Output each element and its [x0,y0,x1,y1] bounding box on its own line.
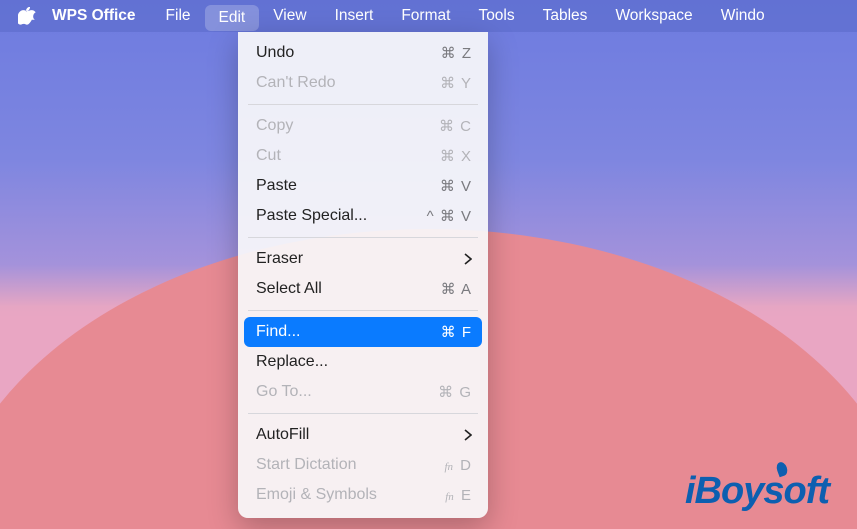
menu-item-shortcut: ⌘ A [441,280,472,298]
menu-item-shortcut: ⌘ X [440,147,472,165]
menu-item-label: Paste [256,177,440,195]
menu-item-label: Copy [256,117,439,135]
menu-item-label: Replace... [256,353,472,371]
menu-item-shortcut: ⌘ C [439,117,472,135]
menu-item-label: Select All [256,280,441,298]
menubar: WPS Office File Edit View Insert Format … [0,0,857,32]
menu-item-eraser[interactable]: Eraser [238,244,488,274]
menu-item-shortcut: fn E [445,487,472,504]
menubar-item-view[interactable]: View [259,0,320,32]
menubar-item-workspace[interactable]: Workspace [601,0,706,32]
menu-item-shortcut: ^ ⌘ V [427,207,472,225]
edit-menu-dropdown: Undo⌘ ZCan't Redo⌘ YCopy⌘ CCut⌘ XPaste⌘ … [238,32,488,518]
watermark-logo: iBoysoft [685,470,829,513]
watermark-text: iBoysoft [685,470,829,512]
menu-separator [248,237,478,238]
menu-item-replace[interactable]: Replace... [238,347,488,377]
menu-item-paste-special[interactable]: Paste Special...^ ⌘ V [238,201,488,231]
menu-item-shortcut: ⌘ V [440,177,472,195]
menu-item-label: Find... [256,323,441,341]
menu-item-undo[interactable]: Undo⌘ Z [238,38,488,68]
menu-item-label: Undo [256,44,441,62]
menu-item-copy: Copy⌘ C [238,111,488,141]
menubar-item-file[interactable]: File [152,0,205,32]
apple-menu-icon[interactable] [18,7,36,25]
menu-item-can-t-redo: Can't Redo⌘ Y [238,68,488,98]
menu-separator [248,310,478,311]
menu-separator [248,413,478,414]
menu-item-shortcut: ⌘ Z [441,44,472,62]
menu-item-label: Can't Redo [256,74,440,92]
menu-item-label: Go To... [256,383,438,401]
menu-item-start-dictation: Start Dictationfn D [238,450,488,480]
menu-item-shortcut: ⌘ Y [440,74,472,92]
menu-item-label: Paste Special... [256,207,427,225]
menu-item-cut: Cut⌘ X [238,141,488,171]
menu-item-label: Start Dictation [256,456,444,474]
menu-item-emoji-symbols: Emoji & Symbolsfn E [238,480,488,510]
menu-separator [248,104,478,105]
menu-item-label: Eraser [256,250,464,268]
menu-item-label: AutoFill [256,426,464,444]
menubar-item-format[interactable]: Format [387,0,464,32]
menu-item-autofill[interactable]: AutoFill [238,420,488,450]
menu-item-shortcut: ⌘ F [441,323,472,341]
menu-item-shortcut: fn D [444,457,472,474]
menu-item-find[interactable]: Find...⌘ F [244,317,482,347]
menu-item-shortcut: ⌘ G [438,383,472,401]
menu-item-label: Cut [256,147,440,165]
menubar-item-insert[interactable]: Insert [321,0,388,32]
menu-item-label: Emoji & Symbols [256,486,445,504]
menu-item-paste[interactable]: Paste⌘ V [238,171,488,201]
desktop-background: WPS Office File Edit View Insert Format … [0,0,857,529]
menubar-item-window[interactable]: Windo [707,0,779,32]
menu-item-select-all[interactable]: Select All⌘ A [238,274,488,304]
chevron-right-icon [464,253,472,265]
chevron-right-icon [464,429,472,441]
menubar-item-edit[interactable]: Edit [205,5,260,31]
menu-item-go-to: Go To...⌘ G [238,377,488,407]
menubar-item-tools[interactable]: Tools [464,0,528,32]
menubar-app-name[interactable]: WPS Office [52,0,152,32]
menubar-item-tables[interactable]: Tables [529,0,602,32]
